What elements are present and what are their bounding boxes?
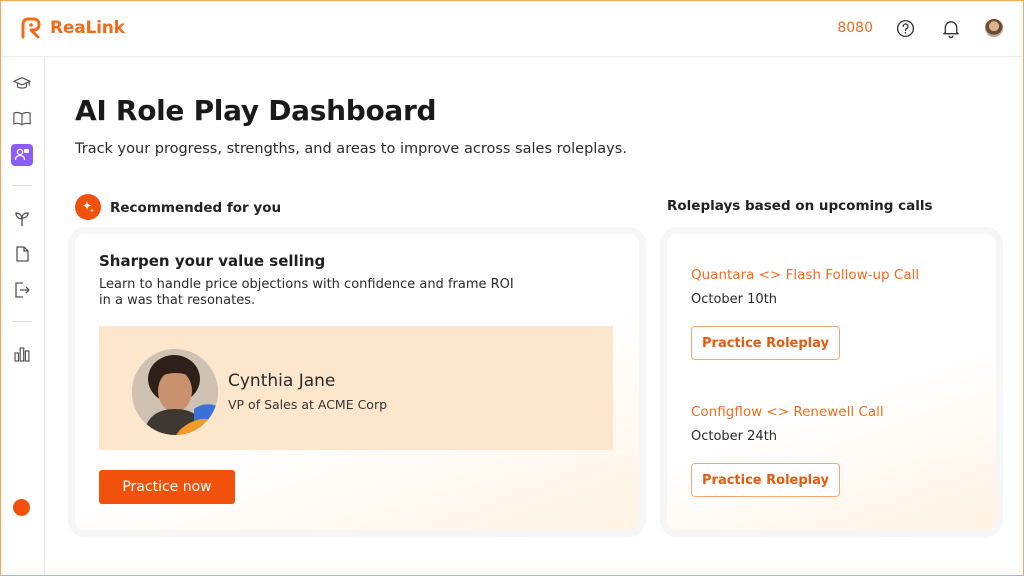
app-logo[interactable]: ReaLink bbox=[20, 17, 125, 39]
persona-role: VP of Sales at ACME Corp bbox=[228, 397, 388, 412]
sidebar-divider bbox=[12, 185, 32, 186]
realink-logo-icon bbox=[21, 17, 41, 39]
bar-chart-icon[interactable] bbox=[11, 343, 33, 365]
persona-panel: Cynthia Jane VP of Sales at ACME Corp bbox=[99, 326, 613, 450]
call-date: October 10th bbox=[691, 292, 778, 307]
export-icon[interactable] bbox=[11, 279, 33, 301]
page-title: AI Role Play Dashboard bbox=[75, 94, 437, 127]
persona-avatar bbox=[132, 349, 218, 435]
call-title[interactable]: Quantara <> Flash Follow-up Call bbox=[691, 267, 919, 283]
recommended-card-description: Learn to handle price objections with co… bbox=[99, 277, 514, 308]
practice-roleplay-button[interactable]: Practice Roleplay bbox=[691, 326, 840, 360]
top-header: ReaLink 8080 bbox=[0, 0, 1024, 57]
recommended-heading: Recommended for you bbox=[110, 200, 282, 216]
recommended-card: Sharpen your value selling Learn to hand… bbox=[75, 234, 639, 530]
call-title[interactable]: Configflow <> Renewell Call bbox=[691, 404, 884, 420]
logo-text: ReaLink bbox=[50, 18, 125, 38]
graduation-cap-icon[interactable] bbox=[11, 73, 33, 95]
recommended-card-title: Sharpen your value selling bbox=[99, 252, 326, 270]
status-dot[interactable] bbox=[13, 499, 30, 516]
roleplay-people-icon[interactable] bbox=[11, 144, 33, 166]
port-indicator: 8080 bbox=[837, 20, 873, 36]
page-subtitle: Track your progress, strengths, and area… bbox=[75, 141, 627, 157]
main-content: AI Role Play Dashboard Track your progre… bbox=[46, 58, 1024, 576]
upcoming-heading: Roleplays based on upcoming calls bbox=[667, 198, 933, 214]
practice-roleplay-button[interactable]: Practice Roleplay bbox=[691, 463, 840, 497]
call-date: October 24th bbox=[691, 429, 778, 444]
persona-name: Cynthia Jane bbox=[228, 371, 336, 391]
user-avatar[interactable] bbox=[985, 19, 1003, 37]
open-book-icon[interactable] bbox=[11, 107, 33, 129]
sidebar-divider bbox=[12, 321, 32, 322]
bell-icon[interactable] bbox=[939, 16, 963, 40]
practice-now-button[interactable]: Practice now bbox=[99, 470, 235, 504]
sparkle-icon bbox=[75, 194, 101, 220]
sidebar bbox=[0, 57, 45, 576]
upcoming-calls-card: Quantara <> Flash Follow-up Call October… bbox=[667, 234, 996, 530]
sprout-icon[interactable] bbox=[11, 208, 33, 230]
document-icon[interactable] bbox=[11, 243, 33, 265]
help-circle-icon[interactable] bbox=[893, 16, 917, 40]
